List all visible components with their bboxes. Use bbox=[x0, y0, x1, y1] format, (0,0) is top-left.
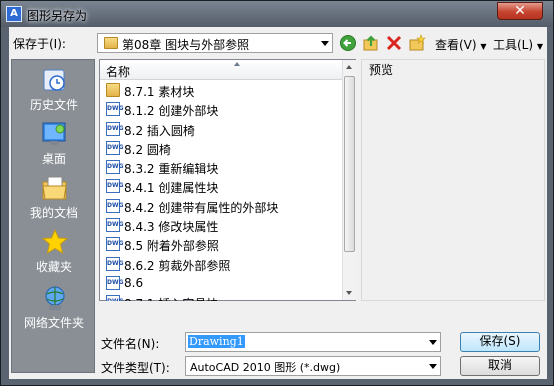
places-bar: 历史文件 桌面 我的文档 收藏夹 网络文件夹 bbox=[11, 59, 95, 373]
desktop-icon bbox=[42, 122, 66, 145]
dwg-file-icon: DWG bbox=[106, 140, 124, 155]
sort-ascending-icon bbox=[234, 62, 240, 66]
file-list-item[interactable]: DWG 8.4.3 修改块属性 bbox=[100, 216, 342, 235]
dwg-file-icon: DWG bbox=[106, 198, 124, 213]
new-folder-icon bbox=[409, 34, 426, 51]
filename-input[interactable]: Drawing1 bbox=[185, 332, 441, 352]
network-folder-icon bbox=[45, 286, 65, 310]
tools-chevron-down-icon: ▼ bbox=[536, 42, 544, 51]
file-name: 8.2 圆椅 bbox=[124, 142, 171, 157]
folder-icon bbox=[104, 37, 118, 49]
place-label: 网络文件夹 bbox=[23, 316, 84, 330]
file-list[interactable]: 名称 8.7.1 素材块 DWG 8.1.2 创建外部块 DWG 8.2 插入圆椅 DWG… bbox=[99, 59, 356, 301]
up-folder-button[interactable] bbox=[362, 34, 380, 52]
place-label: 历史文件 bbox=[29, 98, 78, 112]
back-button[interactable] bbox=[339, 34, 357, 52]
file-name: 8.2 插入圆椅 bbox=[124, 123, 195, 138]
dwg-file-icon: DWG bbox=[106, 102, 124, 117]
save-drawing-dialog: A 图形另存为 ✕ 保存于(I): 第08章 图块与外部参照 查看(V) ▼ 工… bbox=[0, 0, 554, 386]
scroll-up-button[interactable] bbox=[343, 60, 356, 74]
dwg-file-icon: DWG bbox=[106, 256, 124, 271]
delete-x-icon bbox=[386, 35, 402, 51]
place-my-documents[interactable]: 我的文档 bbox=[12, 170, 96, 230]
back-arrow-icon bbox=[340, 35, 356, 51]
tools-menu-button[interactable]: 工具(L) ▼ bbox=[493, 36, 543, 53]
file-name: 8.4.2 创建带有属性的外部块 bbox=[124, 200, 279, 215]
dwg-file-icon: DWG bbox=[106, 179, 124, 194]
file-rows: 8.7.1 素材块 DWG 8.1.2 创建外部块 DWG 8.2 插入圆椅 DWG 8.2… bbox=[100, 81, 342, 301]
file-list-item[interactable]: DWG 8.6 bbox=[100, 274, 342, 293]
view-menu-button[interactable]: 查看(V) ▼ bbox=[435, 36, 487, 53]
file-list-item[interactable]: DWG 8.5 附着外部参照 bbox=[100, 235, 342, 254]
save-in-label: 保存于(I): bbox=[13, 37, 66, 51]
save-in-value: 第08章 图块与外部参照 bbox=[122, 38, 250, 52]
name-column-header[interactable]: 名称 bbox=[100, 60, 342, 80]
file-name: 8.3.2 重新编辑块 bbox=[124, 162, 219, 177]
file-name: 8.7.1 素材块 bbox=[124, 85, 195, 99]
dwg-file-icon: DWG bbox=[106, 218, 124, 233]
file-name: 8.6 bbox=[124, 275, 144, 290]
preview-area bbox=[361, 59, 545, 301]
name-column-label: 名称 bbox=[106, 65, 131, 79]
file-list-item[interactable]: DWG 8.6.2 剪裁外部参照 bbox=[100, 255, 342, 274]
title-bar[interactable]: A 图形另存为 ✕ bbox=[1, 1, 553, 27]
history-icon bbox=[43, 69, 65, 91]
dwg-file-icon: DWG bbox=[106, 275, 124, 290]
dialog-client-area: 保存于(I): 第08章 图块与外部参照 查看(V) ▼ 工具(L) ▼ 历史文… bbox=[9, 27, 547, 379]
autocad-app-icon: A bbox=[6, 6, 22, 22]
file-list-item[interactable]: DWG8.7.1 插入家具块 bbox=[100, 293, 342, 301]
place-desktop[interactable]: 桌面 bbox=[12, 116, 96, 176]
file-list-item[interactable]: 8.7.1 素材块 bbox=[100, 81, 342, 100]
my-documents-icon bbox=[42, 176, 67, 200]
folder-icon bbox=[106, 83, 120, 97]
filetype-chevron-down-icon bbox=[429, 364, 437, 369]
file-list-item[interactable]: DWG 8.2 插入圆椅 bbox=[100, 120, 342, 139]
filename-chevron-down-icon bbox=[429, 340, 437, 345]
tools-menu-label: 工具(L) bbox=[493, 38, 534, 52]
scroll-thumb[interactable] bbox=[344, 76, 355, 252]
place-favorites[interactable]: 收藏夹 bbox=[12, 224, 96, 284]
dwg-file-icon: DWG bbox=[106, 121, 124, 136]
place-label: 我的文档 bbox=[29, 206, 78, 220]
filetype-select[interactable]: AutoCAD 2010 图形 (*.dwg) bbox=[185, 356, 441, 376]
place-label: 桌面 bbox=[41, 152, 66, 166]
file-name: 8.6.2 剪裁外部参照 bbox=[124, 258, 231, 273]
file-list-item[interactable]: DWG 8.2 圆椅 bbox=[100, 139, 342, 158]
save-in-combo[interactable]: 第08章 图块与外部参照 bbox=[97, 33, 333, 53]
file-name: 8.4.1 创建属性块 bbox=[124, 181, 219, 196]
window-title: 图形另存为 bbox=[27, 9, 88, 23]
view-menu-label: 查看(V) bbox=[435, 38, 477, 52]
place-network-folder[interactable]: 网络文件夹 bbox=[12, 280, 96, 340]
file-name: 8.7.1 插入家具块 bbox=[124, 295, 218, 301]
place-label: 收藏夹 bbox=[35, 260, 72, 274]
file-name: 8.5 附着外部参照 bbox=[124, 239, 219, 254]
file-list-item[interactable]: DWG 8.4.1 创建属性块 bbox=[100, 177, 342, 196]
dwg-file-icon: DWG bbox=[106, 160, 124, 175]
save-button[interactable]: 保存(S) bbox=[460, 332, 540, 352]
favorites-icon bbox=[41, 228, 69, 255]
filetype-value: AutoCAD 2010 图形 (*.dwg) bbox=[190, 361, 341, 374]
delete-button[interactable] bbox=[385, 34, 403, 52]
file-list-item[interactable]: DWG 8.4.2 创建带有属性的外部块 bbox=[100, 197, 342, 216]
scroll-down-button[interactable] bbox=[343, 286, 356, 300]
scroll-down-arrow-icon bbox=[346, 291, 352, 295]
filetype-label: 文件类型(T): bbox=[101, 361, 170, 375]
file-name: 8.1.2 创建外部块 bbox=[124, 104, 219, 119]
file-name: 8.4.3 修改块属性 bbox=[124, 220, 219, 235]
place-history[interactable]: 历史文件 bbox=[12, 62, 96, 122]
vertical-scrollbar[interactable] bbox=[342, 60, 356, 300]
filename-value: Drawing1 bbox=[188, 335, 245, 348]
filename-label: 文件名(N): bbox=[101, 337, 160, 351]
close-button[interactable]: ✕ bbox=[497, 2, 543, 20]
view-chevron-down-icon: ▼ bbox=[480, 42, 487, 51]
cancel-button[interactable]: 取消 bbox=[460, 356, 540, 376]
scroll-up-arrow-icon bbox=[346, 65, 352, 69]
dwg-file-icon: DWG bbox=[106, 237, 124, 252]
file-list-item[interactable]: DWG 8.1.2 创建外部块 bbox=[100, 100, 342, 119]
dwg-file-icon: DWG bbox=[106, 295, 124, 301]
new-folder-button[interactable] bbox=[408, 34, 426, 52]
chevron-down-icon bbox=[321, 41, 329, 46]
file-list-item[interactable]: DWG 8.3.2 重新编辑块 bbox=[100, 158, 342, 177]
up-folder-icon bbox=[363, 35, 378, 51]
